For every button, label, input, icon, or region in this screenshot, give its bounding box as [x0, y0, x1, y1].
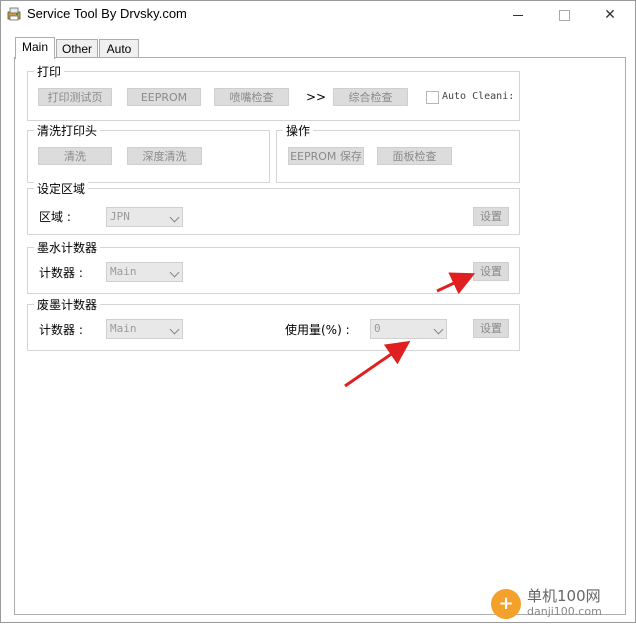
head-clean-group: 清洗打印头 清洗 深度清洗: [27, 122, 270, 183]
nozzle-check-button[interactable]: 喷嘴检查: [214, 88, 289, 106]
region-group-title: 设定区域: [34, 180, 89, 197]
plus-circle-icon: +: [491, 589, 521, 619]
print-test-page-button[interactable]: 打印测试页: [38, 88, 112, 106]
app-window: Service Tool By Drvsky.com ✕ Main Other …: [0, 0, 636, 623]
ink-counter-group-title: 墨水计数器: [34, 239, 101, 256]
eeprom-button[interactable]: EEPROM: [127, 88, 201, 106]
close-button[interactable]: ✕: [587, 1, 633, 29]
waste-ink-counter-select-value: Main: [110, 322, 137, 335]
maximize-icon: [558, 9, 570, 21]
waste-ink-set-button[interactable]: 设置: [473, 319, 509, 338]
watermark-logo: + 单机100网 danji100.com: [487, 581, 636, 621]
region-group: 设定区域 区域 : JPN 设置: [27, 180, 520, 235]
chevron-down-icon: [169, 324, 180, 335]
window-title: Service Tool By Drvsky.com: [27, 6, 187, 21]
waste-ink-counter-label: 计数器 :: [39, 323, 83, 337]
tab-auto[interactable]: Auto: [99, 39, 139, 58]
title-bar: Service Tool By Drvsky.com ✕: [1, 1, 635, 29]
usage-percent-select-value: 0: [374, 322, 381, 335]
app-printer-icon: [7, 7, 21, 21]
close-icon: ✕: [604, 7, 616, 23]
eeprom-save-button[interactable]: EEPROM 保存: [288, 147, 364, 165]
tab-panel-main: 打印 打印测试页 EEPROM 喷嘴检查 >> 综合检查 Auto Cleani…: [14, 57, 626, 615]
ink-counter-select-value: Main: [110, 265, 137, 278]
panel-check-button[interactable]: 面板检查: [377, 147, 452, 165]
waste-ink-counter-select[interactable]: Main: [106, 319, 183, 339]
print-group-title: 打印: [34, 63, 65, 80]
minimize-button[interactable]: [495, 1, 541, 29]
maximize-button[interactable]: [541, 1, 587, 29]
waste-ink-counter-group: 废墨计数器 计数器 : Main 使用量(%) : 0 设置: [27, 296, 520, 351]
auto-clean-label: Auto Cleani:: [442, 91, 515, 102]
region-label: 区域 :: [39, 210, 71, 224]
usage-percent-label: 使用量(%) :: [285, 323, 350, 337]
auto-clean-checkbox[interactable]: [426, 91, 439, 104]
deep-clean-button[interactable]: 深度清洗: [127, 147, 202, 165]
region-select-value: JPN: [110, 210, 130, 223]
chevron-down-icon: [169, 267, 180, 278]
tab-other[interactable]: Other: [56, 39, 98, 58]
operation-group: 操作 EEPROM 保存 面板检查: [276, 122, 520, 183]
combined-check-button[interactable]: 综合检查: [333, 88, 408, 106]
waste-ink-group-title: 废墨计数器: [34, 296, 101, 313]
clean-button[interactable]: 清洗: [38, 147, 112, 165]
region-set-button[interactable]: 设置: [473, 207, 509, 226]
chevron-down-icon: [169, 212, 180, 223]
usage-percent-select[interactable]: 0: [370, 319, 447, 339]
chevron-down-icon: [433, 324, 444, 335]
watermark-url: danji100.com: [527, 605, 602, 618]
ink-counter-select[interactable]: Main: [106, 262, 183, 282]
watermark-text: 单机100网: [527, 587, 601, 605]
region-select[interactable]: JPN: [106, 207, 183, 227]
print-group: 打印 打印测试页 EEPROM 喷嘴检查 >> 综合检查 Auto Cleani…: [27, 63, 520, 121]
minimize-icon: [513, 14, 523, 16]
tab-main[interactable]: Main: [15, 37, 55, 59]
ink-counter-group: 墨水计数器 计数器 : Main 设置: [27, 239, 520, 294]
ink-counter-label: 计数器 :: [39, 266, 83, 280]
ink-counter-set-button[interactable]: 设置: [473, 262, 509, 281]
operation-group-title: 操作: [283, 122, 314, 139]
separator-label: >>: [306, 90, 327, 104]
head-clean-group-title: 清洗打印头: [34, 122, 101, 139]
